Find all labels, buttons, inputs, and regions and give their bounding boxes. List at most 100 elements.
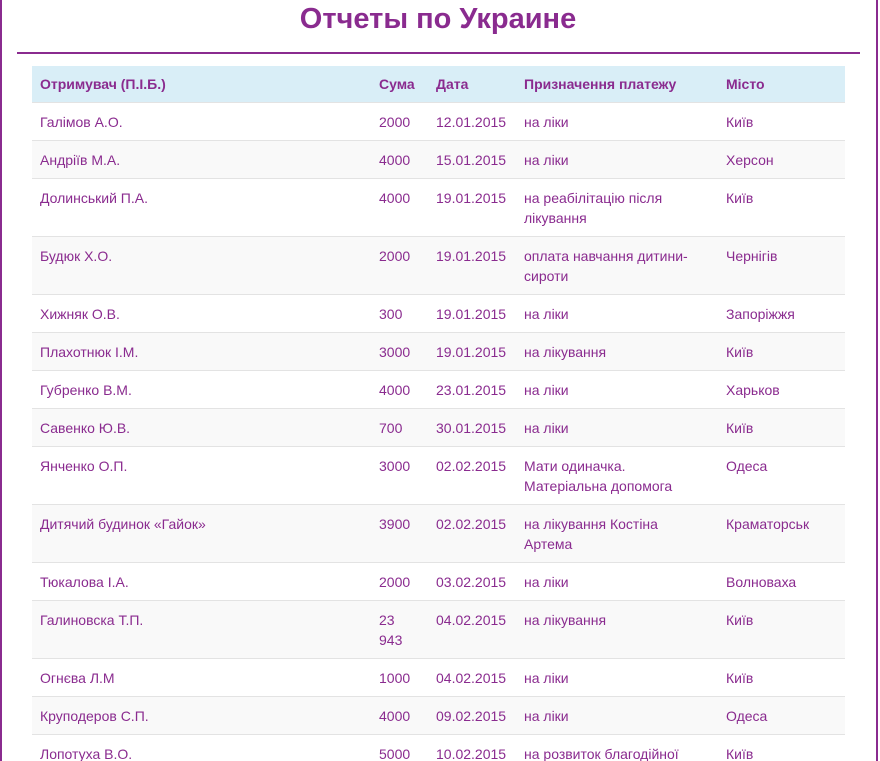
cell-date: 02.02.2015 — [428, 446, 516, 505]
cell-sum: 1000 — [371, 658, 428, 697]
cell-date: 04.02.2015 — [428, 658, 516, 697]
cell-date: 19.01.2015 — [428, 236, 516, 295]
cell-recipient: Огнєва Л.М — [32, 658, 371, 697]
table-row: Савенко Ю.В. 700 30.01.2015 на ліки Київ — [32, 408, 845, 447]
table-row: Хижняк О.В. 300 19.01.2015 на ліки Запоріжжя — [32, 294, 845, 333]
cell-purpose: на ліки — [516, 408, 718, 447]
table-row: Будюк Х.О. 2000 19.01.2015 оплата навчання … — [32, 236, 845, 295]
header-sum: Сума — [371, 66, 428, 103]
left-border — [0, 0, 2, 761]
cell-sum: 2000 — [371, 562, 428, 601]
cell-sum: 4000 — [371, 696, 428, 735]
cell-purpose: на розвиток благодійної організації «Тер… — [516, 734, 718, 761]
cell-purpose: оплата навчання дитини-сироти — [516, 236, 718, 295]
cell-city: Київ — [718, 658, 845, 697]
cell-city: Київ — [718, 332, 845, 371]
cell-sum: 4000 — [371, 178, 428, 237]
cell-purpose: на ліки — [516, 658, 718, 697]
cell-purpose: на ліки — [516, 140, 718, 179]
table-row: Лопотуха В.О. 5000 10.02.2015 на розвиток б… — [32, 734, 845, 761]
cell-date: 12.01.2015 — [428, 102, 516, 141]
cell-sum: 300 — [371, 294, 428, 333]
cell-date: 10.02.2015 — [428, 734, 516, 761]
cell-sum: 3000 — [371, 446, 428, 505]
cell-city: Одеса — [718, 446, 845, 505]
header-date: Дата — [428, 66, 516, 103]
cell-sum: 700 — [371, 408, 428, 447]
cell-city: Київ — [718, 178, 845, 237]
cell-recipient: Тюкалова І.А. — [32, 562, 371, 601]
cell-sum: 4000 — [371, 370, 428, 409]
cell-recipient: Галімов А.О. — [32, 102, 371, 141]
table-row: Тюкалова І.А. 2000 03.02.2015 на ліки Волнов… — [32, 562, 845, 601]
header-city: Місто — [718, 66, 845, 103]
cell-date: 19.01.2015 — [428, 332, 516, 371]
cell-purpose: на ліки — [516, 294, 718, 333]
cell-purpose: на ліки — [516, 696, 718, 735]
table-row: Губренко В.М. 4000 23.01.2015 на ліки Харько… — [32, 370, 845, 409]
cell-date: 09.02.2015 — [428, 696, 516, 735]
header-purpose: Призначення платежу — [516, 66, 718, 103]
cell-purpose: на ліки — [516, 562, 718, 601]
cell-recipient: Плахотнюк І.М. — [32, 332, 371, 371]
cell-purpose: Мати одиначка. Матеріальна допомога — [516, 446, 718, 505]
cell-city: Херсон — [718, 140, 845, 179]
cell-recipient: Хижняк О.В. — [32, 294, 371, 333]
table-row: Галімов А.О. 2000 12.01.2015 на ліки Київ — [32, 102, 845, 141]
cell-city: Київ — [718, 102, 845, 141]
cell-purpose: на лікування — [516, 600, 718, 659]
cell-date: 15.01.2015 — [428, 140, 516, 179]
cell-sum: 3000 — [371, 332, 428, 371]
table-row: Андріїв М.А. 4000 15.01.2015 на ліки Херсон — [32, 140, 845, 179]
cell-purpose: на ліки — [516, 370, 718, 409]
cell-city: Краматорськ — [718, 504, 845, 563]
cell-purpose: на реабілітацію після лікування — [516, 178, 718, 237]
cell-date: 19.01.2015 — [428, 178, 516, 237]
cell-recipient: Долинський П.А. — [32, 178, 371, 237]
cell-sum: 2000 — [371, 102, 428, 141]
cell-sum: 4000 — [371, 140, 428, 179]
cell-recipient: Круподеров С.П. — [32, 696, 371, 735]
cell-sum: 2000 — [371, 236, 428, 295]
table-row: Янченко О.П. 3000 02.02.2015 Мати одиначка.… — [32, 446, 845, 505]
cell-city: Запоріжжя — [718, 294, 845, 333]
reports-table: Отримувач (П.І.Б.) Сума Дата Призначення… — [32, 66, 845, 761]
cell-date: 19.01.2015 — [428, 294, 516, 333]
cell-purpose: на лікування Костіна Артема — [516, 504, 718, 563]
cell-city: Харьков — [718, 370, 845, 409]
cell-city: Київ — [718, 734, 845, 761]
table-row: Галиновска Т.П. 23 943 04.02.2015 на лікува… — [32, 600, 845, 659]
table-row: Круподеров С.П. 4000 09.02.2015 на ліки Одес… — [32, 696, 845, 735]
right-border — [876, 0, 878, 761]
cell-recipient: Янченко О.П. — [32, 446, 371, 505]
cell-recipient: Дитячий будинок «Гайок» — [32, 504, 371, 563]
cell-sum: 3900 — [371, 504, 428, 563]
cell-date: 23.01.2015 — [428, 370, 516, 409]
page-title: Отчеты по Украине — [299, 3, 577, 35]
cell-recipient: Лопотуха В.О. — [32, 734, 371, 761]
header-recipient: Отримувач (П.І.Б.) — [32, 66, 371, 103]
cell-city: Чернігів — [718, 236, 845, 295]
cell-purpose: на лікування — [516, 332, 718, 371]
cell-city: Волноваха — [718, 562, 845, 601]
cell-city: Київ — [718, 600, 845, 659]
cell-recipient: Губренко В.М. — [32, 370, 371, 409]
table-header-row: Отримувач (П.І.Б.) Сума Дата Призначення… — [32, 66, 845, 103]
cell-date: 30.01.2015 — [428, 408, 516, 447]
table-row: Огнєва Л.М 1000 04.02.2015 на ліки Київ — [32, 658, 845, 697]
cell-city: Одеса — [718, 696, 845, 735]
cell-city: Київ — [718, 408, 845, 447]
table-row: Дитячий будинок «Гайок» 3900 02.02.2015 на … — [32, 504, 845, 563]
cell-recipient: Галиновска Т.П. — [32, 600, 371, 659]
cell-sum: 23 943 — [371, 600, 428, 659]
cell-sum: 5000 — [371, 734, 428, 761]
cell-recipient: Савенко Ю.В. — [32, 408, 371, 447]
cell-recipient: Андріїв М.А. — [32, 140, 371, 179]
cell-purpose: на ліки — [516, 102, 718, 141]
cell-recipient: Будюк Х.О. — [32, 236, 371, 295]
table-row: Плахотнюк І.М. 3000 19.01.2015 на лікування… — [32, 332, 845, 371]
table-row: Долинський П.А. 4000 19.01.2015 на реабіліт… — [32, 178, 845, 237]
title-divider — [17, 52, 860, 54]
cell-date: 02.02.2015 — [428, 504, 516, 563]
table-body: Галімов А.О. 2000 12.01.2015 на ліки Київ Анд… — [32, 102, 845, 761]
